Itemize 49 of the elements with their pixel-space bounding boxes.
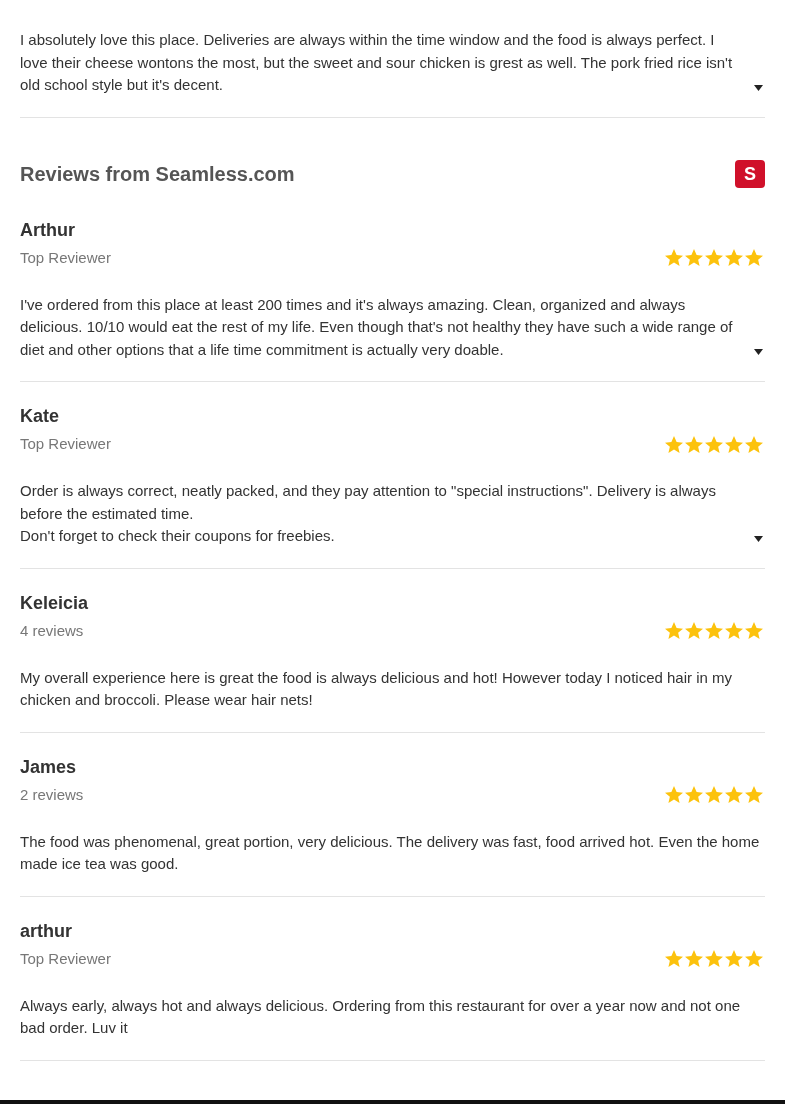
star-icon xyxy=(745,435,763,453)
star-icon xyxy=(665,950,683,967)
reviewer-meta: 4 reviews xyxy=(20,620,84,641)
star-icon xyxy=(725,622,743,639)
star-icon xyxy=(665,786,683,803)
reviewer-meta: Top Reviewer xyxy=(20,948,111,969)
expand-button[interactable] xyxy=(754,535,763,542)
star-icon xyxy=(745,249,763,266)
star-icon xyxy=(685,435,703,453)
review-text: Order is always correct, neatly packed, and they pay attention to "special instructions". Delivery is always before the estimated time. Don't forget to check their coupons for freebies. xyxy=(20,481,717,546)
star-icon xyxy=(725,249,743,266)
review-text: Always early, always hot and always delicious. Ordering from this restaurant for over a year now and not one bad order. Luv it xyxy=(20,995,742,1038)
expand-button[interactable] xyxy=(754,84,763,91)
star-icon xyxy=(685,249,703,266)
review-text: The food was phenomenal, great portion, very delicious. The delivery was fast, food arrived hot. Even the home made ice tea was good. xyxy=(20,831,761,874)
caret-icon xyxy=(754,84,763,91)
caret-icon xyxy=(754,535,763,542)
star-icon xyxy=(705,435,723,453)
star-icon xyxy=(745,622,763,639)
star-icon xyxy=(705,950,723,967)
review-text: I've ordered from this place at least 200 times and it's always amazing. Clean, organized and always delicious. 10/10 would eat the rest of my life. Even though that's not healthy they have such a wide range of diet and other options that a life time commitment is actually very doable. xyxy=(20,294,734,360)
reviewer-meta: Top Reviewer xyxy=(20,434,111,454)
star-icon xyxy=(685,950,703,967)
star-icon xyxy=(685,622,703,639)
star-icon xyxy=(685,786,703,803)
star-icon xyxy=(665,249,683,266)
reviewer-name: Arthur xyxy=(20,218,76,242)
star-icon xyxy=(665,622,683,639)
seamless-logo: S xyxy=(735,159,765,188)
star-icon xyxy=(745,786,763,803)
star-icon xyxy=(705,249,723,266)
review-text: My overall experience here is great the food is always delicious and hot! However today I noticed hair in my chicken and broccoli. Please wear hair nets! xyxy=(20,667,734,710)
reviewer-name: arthur xyxy=(20,919,73,943)
star-icon xyxy=(665,435,683,453)
section-heading: Reviews from Seamless.com xyxy=(20,161,295,187)
caret-icon xyxy=(754,349,763,355)
star-icon xyxy=(725,786,743,803)
reviewer-name: James xyxy=(20,755,78,779)
review-text: I absolutely love this place. Deliveries are always within the time window and the food is always perfect. I love their cheese wontons the most, but the sweet and sour chicken is grest as well. The pork fried rice isn't old school style but it's decent. xyxy=(20,30,734,95)
star-icon xyxy=(725,435,743,453)
reviewer-meta: Top Reviewer xyxy=(20,247,111,268)
reviewer-name: Keleicia xyxy=(20,591,90,615)
reviewer-meta: 2 reviews xyxy=(20,784,84,805)
reviewer-name: Kate xyxy=(20,405,60,428)
expand-button[interactable] xyxy=(754,349,763,355)
star-icon xyxy=(705,622,723,639)
star-icon xyxy=(725,950,743,967)
star-icon xyxy=(705,786,723,803)
star-icon xyxy=(745,950,763,967)
